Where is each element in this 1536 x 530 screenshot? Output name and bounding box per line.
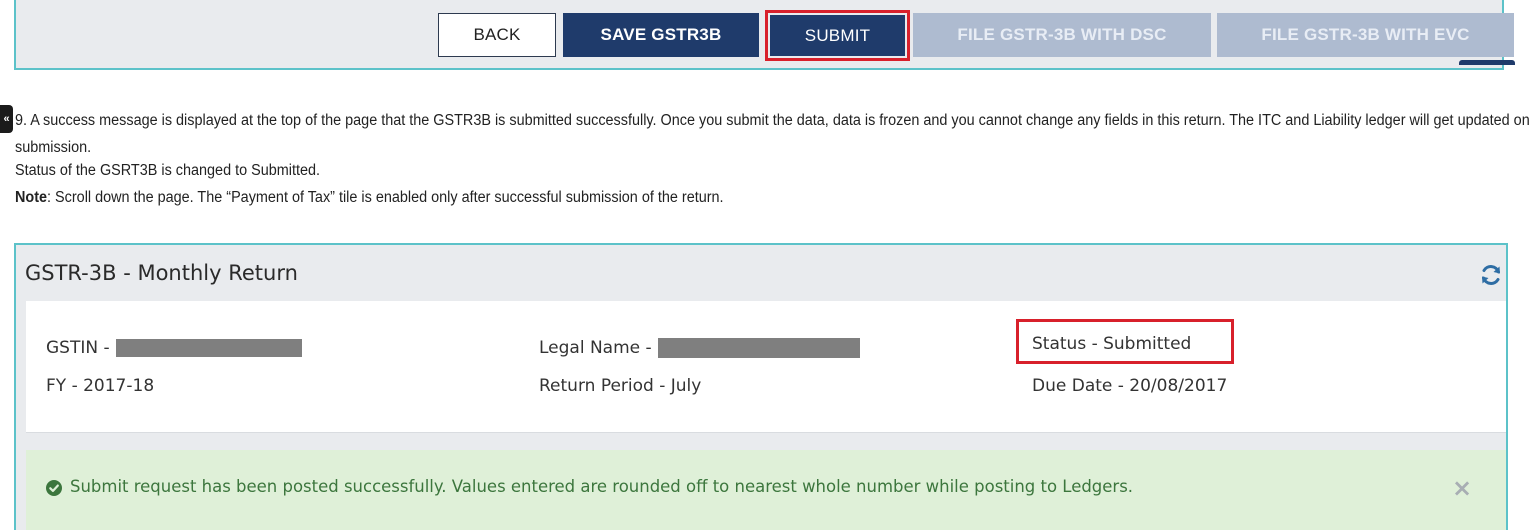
- legal-name-field: Legal Name -: [539, 338, 860, 358]
- double-chevron-left-icon[interactable]: «: [0, 105, 13, 133]
- scroll-tab: [1459, 60, 1515, 65]
- back-button[interactable]: BACK: [438, 13, 556, 57]
- note-body: : Scroll down the page. The “Payment of …: [47, 189, 724, 206]
- gstin-redacted-value: [115, 339, 302, 357]
- success-message: Submit request has been posted successfu…: [70, 477, 1134, 497]
- legal-name-label: Legal Name -: [539, 338, 652, 358]
- success-alert: Submit request has been posted successfu…: [26, 450, 1506, 530]
- legal-name-redacted-value: [657, 338, 860, 358]
- gstr3b-return-card: GSTR-3B - Monthly Return GSTIN - Legal N…: [14, 243, 1508, 530]
- file-with-evc-button[interactable]: FILE GSTR-3B WITH EVC: [1217, 13, 1514, 57]
- gstin-field: GSTIN -: [46, 338, 302, 358]
- return-actions-panel: BACK SAVE GSTR3B SUBMIT FILE GSTR-3B WIT…: [14, 0, 1515, 70]
- return-details: GSTIN - Legal Name - Status - Submitted …: [26, 301, 1506, 433]
- close-icon[interactable]: ×: [1452, 476, 1472, 500]
- check-circle-icon: [46, 480, 62, 496]
- status-badge: Status - Submitted: [1032, 334, 1192, 354]
- note-text: Note: Scroll down the page. The “Payment…: [15, 188, 1430, 215]
- save-gstr3b-button[interactable]: SAVE GSTR3B: [563, 13, 759, 57]
- submit-button[interactable]: SUBMIT: [765, 10, 910, 61]
- fy-field: FY - 2017-18: [46, 376, 155, 396]
- status-change-text: Status of the GSRT3B is changed to Submi…: [15, 162, 321, 179]
- note-label: Note: [15, 189, 48, 206]
- instruction-text: 9. A success message is displayed at the…: [15, 111, 1530, 215]
- step-9-text: 9. A success message is displayed at the…: [15, 112, 1530, 156]
- file-with-dsc-button[interactable]: FILE GSTR-3B WITH DSC: [913, 13, 1211, 57]
- refresh-icon[interactable]: [1479, 263, 1503, 287]
- return-period-field: Return Period - July: [539, 376, 702, 396]
- due-date-field: Due Date - 20/08/2017: [1032, 376, 1228, 396]
- gstin-label: GSTIN -: [46, 338, 110, 358]
- page-title: GSTR-3B - Monthly Return: [25, 261, 298, 285]
